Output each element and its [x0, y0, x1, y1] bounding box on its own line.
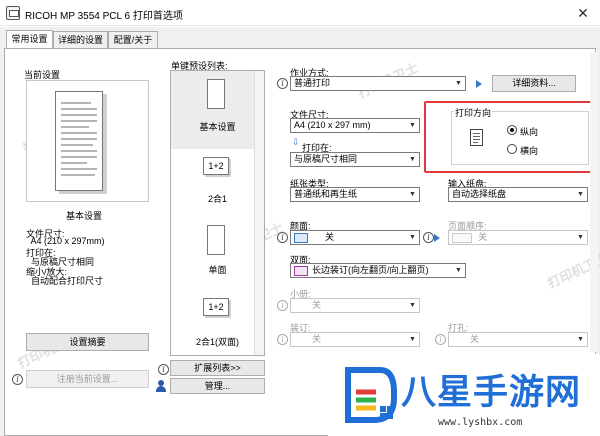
brand-url: www.lyshbx.com: [438, 417, 523, 428]
title-bar: RICOH MP 3554 PCL 6 打印首选项 ✕: [0, 0, 600, 26]
info-icon: i: [12, 374, 23, 385]
tab-config-about[interactable]: 配置/关于: [108, 31, 158, 49]
page-preview-icon: [55, 91, 103, 191]
info-icon: i: [435, 334, 446, 345]
info-icon: i: [423, 232, 434, 243]
page-icon: [452, 232, 472, 243]
tab-common-settings[interactable]: 常用设置: [6, 30, 53, 50]
preset-item-2in1-duplex[interactable]: 1+2 2合1(双面): [171, 293, 264, 355]
preset-label: 基本设置: [199, 122, 236, 132]
preset-label: 2合1: [207, 194, 227, 204]
info-icon: i: [277, 300, 288, 311]
detail-line: A4 (210 x 297mm): [26, 236, 105, 246]
chevron-down-icon: ▼: [409, 336, 416, 343]
chevron-down-icon: ▼: [455, 80, 462, 87]
close-icon[interactable]: ✕: [572, 3, 594, 23]
register-settings-button[interactable]: 注册当前设置...: [26, 370, 149, 388]
chevron-down-icon: ▼: [409, 156, 416, 163]
info-icon: i: [277, 232, 288, 243]
arrow-down-icon: ⇩: [292, 137, 300, 147]
window-title: RICOH MP 3554 PCL 6 打印首选项: [25, 11, 183, 22]
preview-caption: 基本设置: [66, 211, 103, 221]
single-page-icon: [207, 79, 225, 109]
single-page-icon: [207, 225, 225, 255]
color-select[interactable]: 关 ▼: [290, 230, 420, 245]
chevron-down-icon: ▼: [409, 122, 416, 129]
chevron-down-icon: ▼: [409, 302, 416, 309]
chevron-down-icon: ▼: [577, 191, 584, 198]
info-icon: i: [158, 364, 169, 375]
user-icon: [156, 380, 166, 392]
preset-item-2in1[interactable]: 1+2 2合1: [171, 149, 264, 227]
preset-scrollbar[interactable]: [254, 71, 264, 355]
paper-type-select[interactable]: 普通纸和再生纸 ▼: [290, 187, 420, 202]
booklet-select[interactable]: 关 ▼: [290, 298, 420, 313]
expand-list-button[interactable]: 扩展列表>>: [170, 360, 265, 376]
duplex-icon: [294, 265, 308, 276]
arrow-right-icon: [434, 234, 440, 242]
info-icon: i: [277, 78, 288, 89]
chevron-down-icon: ▼: [577, 234, 584, 241]
page-icon: [294, 232, 308, 243]
tab-detailed-settings[interactable]: 详细的设置: [53, 31, 108, 49]
two-in-one-icon: 1+2: [203, 298, 229, 316]
doc-size-select[interactable]: A4 (210 x 297 mm) ▼: [290, 118, 420, 133]
brand-overlay: 八星手游网 www.lyshbx.com: [328, 354, 600, 436]
details-button[interactable]: 详细资料...: [492, 75, 576, 92]
preset-label: 2合1(双面): [195, 337, 239, 347]
chevron-down-icon: ▼: [455, 267, 462, 274]
chevron-down-icon: ▼: [409, 191, 416, 198]
preset-list: 基本设置 1+2 2合1 单面 1+2 2合1(双面): [170, 70, 265, 356]
info-icon: i: [277, 334, 288, 345]
duplex-select[interactable]: 长边装订(向左翻页/向上翻页) ▼: [290, 263, 466, 278]
orientation-highlight: [424, 101, 596, 173]
preview-pane: [26, 80, 149, 202]
input-tray-select[interactable]: 自动选择纸盘 ▼: [448, 187, 588, 202]
preset-item-basic[interactable]: 基本设置: [171, 71, 264, 149]
two-in-one-icon: 1+2: [203, 157, 229, 175]
job-type-select[interactable]: 普通打印 ▼: [290, 76, 466, 91]
printer-app-icon: [6, 6, 20, 20]
brand-name: 八星手游网: [401, 373, 582, 413]
arrow-right-icon: [476, 80, 482, 88]
print-on-select[interactable]: 与原稿尺寸相同 ▼: [290, 152, 420, 167]
punch-select[interactable]: 关 ▼: [448, 332, 588, 347]
preset-item-simplex[interactable]: 单面: [171, 219, 264, 297]
settings-scrollbar[interactable]: [590, 52, 598, 352]
chevron-down-icon: ▼: [577, 336, 584, 343]
staple-select[interactable]: 关 ▼: [290, 332, 420, 347]
page-order-select[interactable]: 关 ▼: [448, 230, 588, 245]
manage-button[interactable]: 管理...: [170, 378, 265, 394]
detail-line: 自动配合打印尺寸: [26, 276, 104, 286]
settings-summary-button[interactable]: 设置摘要: [26, 333, 149, 351]
chevron-down-icon: ▼: [409, 234, 416, 241]
preset-label: 单面: [208, 265, 227, 275]
brand-logo-icon: [345, 367, 397, 423]
